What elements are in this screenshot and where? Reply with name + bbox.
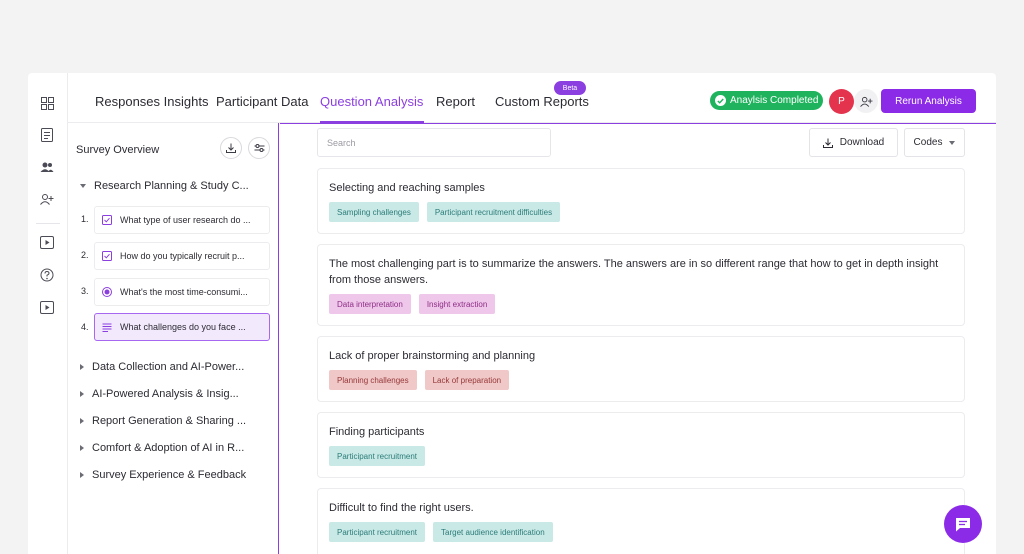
response-card: Lack of proper brainstorming and plannin…	[317, 336, 965, 402]
tab-custom-reports[interactable]: Custom Reports	[495, 94, 589, 109]
section-label: AI-Powered Analysis & Insig...	[92, 388, 239, 400]
question-item-3[interactable]: What's the most time-consumi...	[94, 278, 270, 306]
question-item-2[interactable]: How do you typically recruit p...	[94, 242, 270, 270]
chevron-right-icon	[80, 472, 84, 478]
chat-button[interactable]	[944, 505, 982, 543]
tab-question-analysis[interactable]: Question Analysis	[320, 94, 423, 109]
top-navigation: Responses Insights Participant Data Ques…	[68, 73, 996, 123]
chevron-right-icon	[80, 364, 84, 370]
export-survey-button[interactable]	[220, 137, 242, 159]
section-label: Comfort & Adoption of AI in R...	[92, 442, 245, 454]
survey-sidebar: Survey Overview Research Planning & Stud…	[68, 123, 279, 554]
panel-top-border	[280, 123, 996, 124]
app-window: Responses Insights Participant Data Ques…	[28, 73, 996, 554]
avatar[interactable]: P	[829, 89, 854, 114]
tab-responses-insights[interactable]: Responses Insights	[95, 94, 208, 109]
download-label: Download	[839, 137, 885, 148]
section-label: Survey Experience & Feedback	[92, 469, 247, 481]
response-text: Selecting and reaching samples	[329, 182, 485, 194]
chevron-down-icon	[80, 184, 86, 188]
chevron-right-icon	[80, 418, 84, 424]
download-icon	[226, 143, 236, 153]
question-number: 4.	[81, 322, 89, 332]
response-card: Difficult to find the right users. Parti…	[317, 488, 965, 554]
section-data-collection[interactable]: Data Collection and AI-Power...	[80, 361, 244, 373]
section-label: Research Planning & Study C...	[94, 180, 249, 192]
download-button[interactable]: Download	[809, 128, 898, 157]
section-report-generation[interactable]: Report Generation & Sharing ...	[80, 415, 246, 427]
status-label: Anaylsis Completed	[730, 95, 819, 106]
chevron-right-icon	[80, 391, 84, 397]
chevron-right-icon	[80, 445, 84, 451]
response-card: Finding participants Participant recruit…	[317, 412, 965, 478]
section-research-planning[interactable]: Research Planning & Study C...	[80, 180, 249, 192]
video-icon[interactable]	[39, 234, 55, 250]
response-text: The most challenging part is to summariz…	[329, 258, 939, 286]
response-card: Selecting and reaching samples Sampling …	[317, 168, 965, 234]
response-text: Finding participants	[329, 426, 425, 438]
codes-label: Codes	[913, 137, 943, 148]
tutorial-video-icon[interactable]	[39, 299, 55, 315]
code-tag[interactable]: Target audience identification	[433, 522, 553, 542]
code-tag[interactable]: Planning challenges	[329, 370, 417, 390]
code-tag[interactable]: Participant recruitment	[329, 446, 426, 466]
radio-icon	[102, 287, 112, 297]
sidebar-title: Survey Overview	[76, 144, 160, 156]
question-number: 1.	[81, 214, 89, 224]
filter-settings-button[interactable]	[248, 137, 270, 159]
search-input[interactable]	[317, 128, 551, 157]
invite-user-button[interactable]	[854, 89, 878, 113]
check-circle-icon	[715, 95, 726, 106]
question-item-4[interactable]: What challenges do you face ...	[94, 313, 270, 341]
add-user-icon	[859, 96, 872, 107]
response-card: The most challenging part is to summariz…	[317, 244, 965, 326]
code-tag[interactable]: Data interpretation	[329, 294, 411, 314]
responses-panel: Download Codes Selecting and reaching sa…	[280, 123, 996, 554]
checkbox-icon	[102, 251, 112, 261]
code-tag[interactable]: Lack of preparation	[424, 370, 510, 390]
chevron-down-icon	[949, 140, 956, 145]
question-text: What type of user research do ...	[120, 215, 251, 225]
rerun-analysis-button[interactable]: Rerun Analysis	[881, 89, 976, 113]
section-ai-analysis[interactable]: AI-Powered Analysis & Insig...	[80, 388, 239, 400]
section-label: Report Generation & Sharing ...	[92, 415, 247, 427]
code-tag[interactable]: Insight extraction	[418, 294, 496, 314]
response-text: Difficult to find the right users.	[329, 502, 474, 514]
rail-divider	[36, 223, 60, 224]
chat-icon	[956, 517, 970, 531]
add-user-icon[interactable]	[39, 191, 55, 207]
question-number: 2.	[81, 250, 89, 260]
response-text: Lack of proper brainstorming and plannin…	[329, 350, 536, 362]
analysis-status-badge: Anaylsis Completed	[710, 91, 823, 110]
question-text: How do you typically recruit p...	[120, 251, 245, 261]
codes-dropdown[interactable]: Codes	[904, 128, 965, 157]
code-tag[interactable]: Participant recruitment difficulties	[426, 202, 561, 222]
text-lines-icon	[102, 323, 112, 332]
code-tag[interactable]: Sampling challenges	[329, 202, 419, 222]
checkbox-icon	[102, 215, 112, 225]
dashboard-icon[interactable]	[39, 95, 55, 111]
question-text: What's the most time-consumi...	[120, 287, 248, 297]
section-label: Data Collection and AI-Power...	[92, 361, 245, 373]
tab-report[interactable]: Report	[436, 94, 475, 109]
help-icon[interactable]	[39, 267, 55, 283]
section-comfort-adoption[interactable]: Comfort & Adoption of AI in R...	[80, 442, 244, 454]
document-icon[interactable]	[39, 127, 55, 143]
download-icon	[822, 138, 833, 148]
beta-badge: Beta	[554, 81, 586, 95]
question-text: What challenges do you face ...	[120, 322, 246, 332]
section-survey-experience[interactable]: Survey Experience & Feedback	[80, 469, 246, 481]
tab-participant-data[interactable]: Participant Data	[216, 94, 309, 109]
sliders-icon	[254, 144, 264, 152]
users-icon[interactable]	[39, 159, 55, 175]
question-number: 3.	[81, 286, 89, 296]
question-item-1[interactable]: What type of user research do ...	[94, 206, 270, 234]
code-tag[interactable]: Participant recruitment	[329, 522, 426, 542]
icon-rail	[28, 73, 68, 554]
